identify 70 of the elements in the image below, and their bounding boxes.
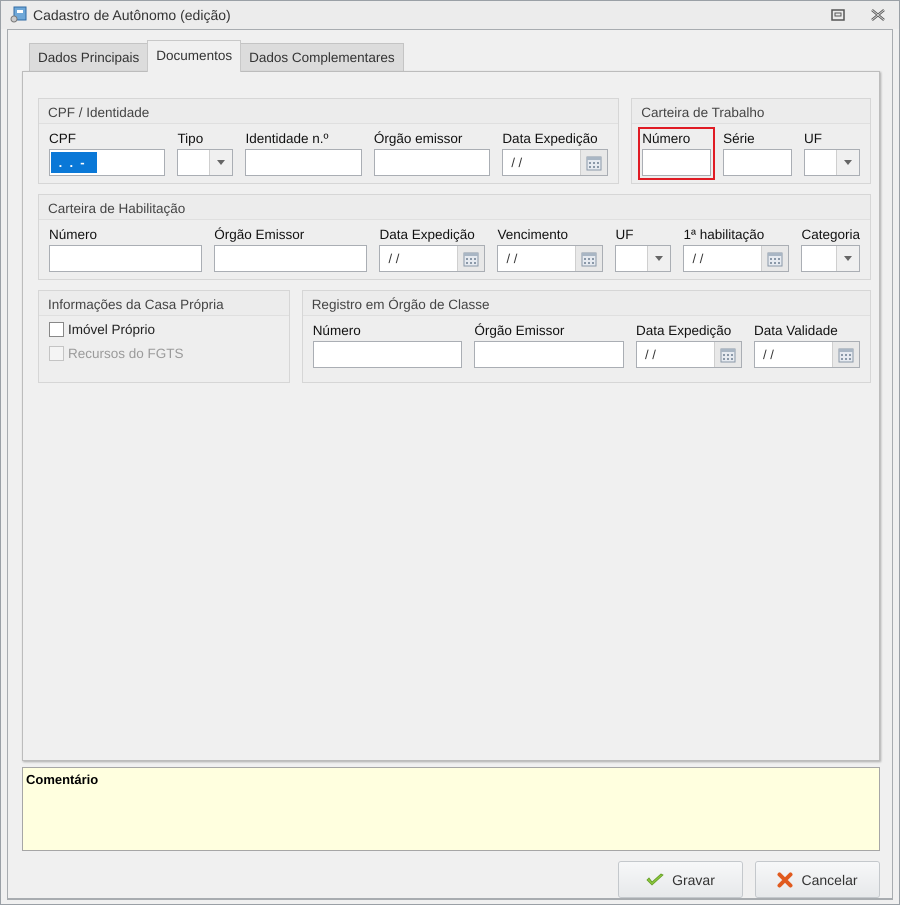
caret-icon (655, 256, 664, 261)
input-field[interactable] (723, 149, 792, 176)
input-field[interactable] (474, 341, 624, 368)
input-field[interactable] (312, 341, 462, 368)
input-field[interactable] (374, 149, 490, 176)
field-label: Órgão emissor (374, 130, 464, 148)
field-label: Número (642, 130, 692, 148)
field-label: CPF (49, 130, 77, 148)
input-field[interactable] (49, 245, 202, 272)
calendar-icon (463, 250, 480, 266)
field-value: . . - (51, 152, 97, 173)
group-title: Carteira de Trabalho (641, 105, 764, 120)
field-label: Categoria (801, 226, 860, 244)
date-field[interactable]: / / (497, 245, 604, 272)
field-label: Data Expedição (636, 322, 732, 340)
input-field[interactable] (214, 245, 368, 272)
group-title: Informações da Casa Própria (48, 297, 224, 312)
dropdown[interactable] (804, 149, 860, 176)
caret-icon (217, 160, 226, 165)
window-title: Cadastro de Autônomo (edição) (33, 7, 232, 23)
dropdown[interactable] (801, 245, 860, 272)
calendar-icon (581, 250, 598, 266)
date-field[interactable]: / / (754, 341, 860, 368)
caret-icon (844, 160, 852, 165)
input-field[interactable] (245, 149, 362, 176)
dropdown[interactable] (615, 245, 672, 272)
caret-icon (844, 256, 852, 261)
x-icon (777, 872, 794, 888)
checkbox[interactable] (49, 322, 64, 337)
field-label: Vencimento (497, 226, 570, 244)
field-label: Data Expedição (502, 130, 599, 148)
field-label: Número (312, 322, 362, 340)
dialog-button[interactable]: Gravar (618, 861, 743, 898)
field-label: Número (49, 226, 98, 244)
group-title: Registro em Órgão de Classe (312, 297, 490, 312)
calendar-icon (767, 250, 784, 266)
field-label: Órgão Emissor (474, 322, 566, 340)
input-field[interactable]: . . - (49, 149, 166, 176)
input-field[interactable] (642, 149, 712, 176)
field-label: UF (615, 226, 634, 244)
field-label: Tipo (177, 130, 204, 148)
form-icon (9, 6, 27, 24)
date-field[interactable]: / / (683, 245, 790, 272)
dialog-button[interactable]: Cancelar (755, 861, 880, 898)
field-label: Série (723, 130, 756, 148)
calendar-icon (586, 154, 602, 170)
date-field[interactable]: / / (502, 149, 608, 176)
group-title: CPF / Identidade (48, 105, 150, 120)
field-label: UF (804, 130, 824, 148)
field-label: Data Expedição (379, 226, 476, 244)
comment-label: Comentário (26, 772, 98, 787)
date-field[interactable]: / / (379, 245, 486, 272)
checkbox-label: Imóvel Próprio (68, 322, 156, 337)
field-label: Órgão Emissor (214, 226, 306, 244)
calendar-icon (838, 346, 854, 362)
close-icon[interactable] (871, 9, 885, 21)
field-label: Data Validade (754, 322, 839, 340)
tab[interactable]: Documentos (147, 40, 242, 72)
calendar-icon (720, 346, 736, 362)
checkmark-icon (646, 872, 664, 886)
group-title: Carteira de Habilitação (48, 201, 186, 216)
field-label: Identidade n.º (245, 130, 330, 148)
tab[interactable]: Dados Principais (29, 43, 148, 71)
restore-icon[interactable] (831, 9, 845, 21)
date-field[interactable]: / / (636, 341, 742, 368)
tab[interactable]: Dados Complementares (240, 43, 404, 71)
checkbox-label: Recursos do FGTS (68, 346, 184, 361)
comment-field[interactable]: Comentário (22, 767, 880, 851)
dropdown[interactable] (177, 149, 234, 176)
field-label: 1ª habilitação (683, 226, 766, 244)
